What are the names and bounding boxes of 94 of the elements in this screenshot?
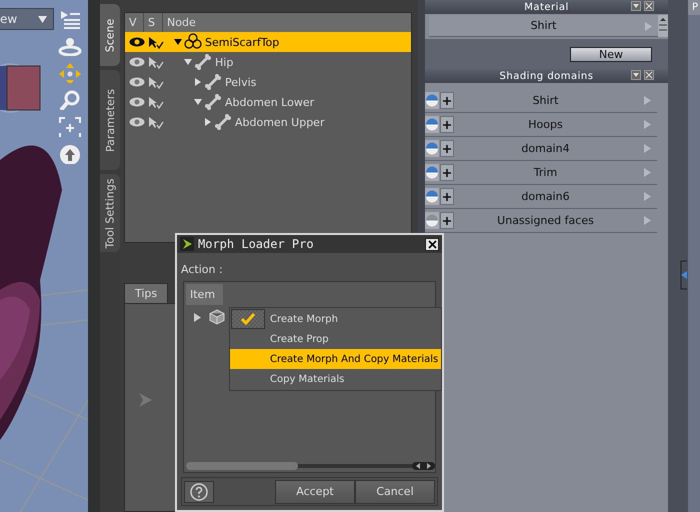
panel-label: P bbox=[688, 0, 700, 15]
domain-label[interactable]: Shirt bbox=[454, 94, 657, 107]
side-tab[interactable]: Tool Settings bbox=[100, 174, 120, 252]
bone-icon bbox=[214, 113, 232, 131]
collapse-handle-icon[interactable] bbox=[678, 260, 688, 290]
menu-option[interactable]: Create Prop bbox=[230, 329, 441, 349]
new-button[interactable]: New bbox=[570, 46, 652, 62]
cube-icon bbox=[209, 309, 225, 325]
domain-label[interactable]: Unassigned faces bbox=[454, 214, 657, 227]
tab[interactable]: Tips bbox=[124, 283, 168, 303]
sphere-icon[interactable] bbox=[425, 164, 439, 181]
panel-title: Material bbox=[524, 2, 569, 12]
help-button[interactable] bbox=[184, 480, 214, 502]
bone-icon bbox=[204, 73, 222, 91]
sphere-icon[interactable] bbox=[425, 92, 439, 109]
close-icon[interactable] bbox=[644, 70, 654, 80]
arrow-icon bbox=[644, 216, 651, 225]
add-button[interactable] bbox=[440, 140, 454, 157]
close-button[interactable] bbox=[425, 238, 439, 250]
plus-icon bbox=[443, 216, 451, 224]
column-header[interactable]: V bbox=[125, 13, 143, 32]
horizontal-scrollbar[interactable] bbox=[186, 462, 435, 470]
sphere-icon[interactable] bbox=[425, 188, 439, 205]
add-button[interactable] bbox=[440, 188, 454, 205]
add-button[interactable] bbox=[440, 164, 454, 181]
menu-option[interactable]: Create Morph bbox=[230, 309, 441, 329]
add-button[interactable] bbox=[440, 116, 454, 133]
arrow-icon bbox=[644, 144, 651, 153]
figure-icon bbox=[184, 33, 202, 51]
expand-arrow-icon[interactable] bbox=[194, 312, 201, 322]
sphere-icon[interactable] bbox=[425, 140, 439, 157]
arrow-icon bbox=[644, 168, 651, 177]
bone-icon bbox=[204, 93, 222, 111]
menu-option[interactable]: Copy Materials bbox=[230, 369, 441, 389]
expanded-arrow-icon[interactable] bbox=[174, 38, 182, 46]
action-label: Action : bbox=[181, 262, 223, 276]
caret-icon bbox=[38, 16, 47, 22]
eye-icon[interactable] bbox=[129, 36, 145, 48]
node-label[interactable]: Abdomen Lower bbox=[225, 96, 314, 108]
dialog-title: Morph Loader Pro bbox=[198, 237, 315, 251]
side-tab[interactable]: Scene bbox=[100, 4, 120, 66]
dropdown-icon[interactable] bbox=[631, 1, 641, 11]
bone-icon bbox=[194, 53, 212, 71]
cursor-check-icon[interactable] bbox=[148, 96, 164, 108]
arrow-icon bbox=[644, 120, 651, 129]
side-tab[interactable]: Parameters bbox=[100, 70, 120, 170]
material-selector[interactable]: Shirt bbox=[429, 15, 658, 37]
cursor-check-icon[interactable] bbox=[148, 56, 164, 68]
up-arrow-icon[interactable] bbox=[58, 143, 82, 164]
domain-label[interactable]: Hoops bbox=[454, 118, 657, 131]
view-dropdown[interactable]: ew bbox=[0, 8, 54, 30]
dialog-button[interactable]: Cancel bbox=[355, 480, 435, 504]
collapsed-arrow-icon[interactable] bbox=[204, 118, 212, 126]
app-logo-icon bbox=[180, 237, 194, 251]
frame-icon[interactable] bbox=[58, 116, 82, 137]
add-button[interactable] bbox=[440, 212, 454, 229]
close-icon bbox=[428, 240, 436, 248]
close-icon[interactable] bbox=[644, 1, 654, 11]
node-label[interactable]: Hip bbox=[215, 56, 234, 68]
cursor-check-icon[interactable] bbox=[148, 76, 164, 88]
plus-icon bbox=[443, 144, 451, 152]
node-label[interactable]: Abdomen Upper bbox=[235, 116, 324, 128]
collapsed-arrow-icon[interactable] bbox=[194, 78, 202, 86]
plus-icon bbox=[443, 192, 451, 200]
help-icon bbox=[190, 482, 208, 500]
plus-icon bbox=[443, 120, 451, 128]
dropdown-icon[interactable] bbox=[631, 70, 641, 80]
arrow-icon bbox=[644, 192, 651, 201]
arrow-icon bbox=[645, 22, 652, 31]
add-button[interactable] bbox=[440, 92, 454, 109]
search-icon[interactable] bbox=[58, 89, 82, 110]
domain-label[interactable]: domain6 bbox=[454, 190, 657, 203]
plus-icon bbox=[443, 168, 451, 176]
move-icon[interactable] bbox=[58, 62, 82, 83]
domain-label[interactable]: domain4 bbox=[454, 142, 657, 155]
check-icon bbox=[241, 313, 255, 325]
column-header[interactable]: S bbox=[144, 13, 162, 32]
orbit-icon[interactable] bbox=[58, 35, 82, 56]
sphere-icon[interactable] bbox=[425, 116, 439, 133]
dialog-button[interactable]: Accept bbox=[275, 480, 355, 504]
arrow-icon bbox=[644, 96, 651, 105]
node-label[interactable]: Pelvis bbox=[225, 76, 256, 88]
cursor-check-icon[interactable] bbox=[148, 36, 164, 48]
panel-title: Shading domains bbox=[500, 70, 594, 82]
scroll-arrows-icon[interactable] bbox=[658, 15, 668, 37]
plus-icon bbox=[443, 96, 451, 104]
domain-label[interactable]: Trim bbox=[454, 166, 657, 179]
column-header[interactable]: Node bbox=[163, 13, 411, 32]
list-icon[interactable] bbox=[58, 8, 82, 29]
cursor-check-icon[interactable] bbox=[148, 116, 164, 128]
column-header[interactable]: Item bbox=[186, 284, 223, 305]
node-label[interactable]: SemiScarfTop bbox=[205, 36, 280, 48]
menu-option[interactable]: Create Morph And Copy Materials bbox=[230, 349, 441, 369]
selected-row[interactable]: SemiScarfTop bbox=[125, 32, 411, 52]
